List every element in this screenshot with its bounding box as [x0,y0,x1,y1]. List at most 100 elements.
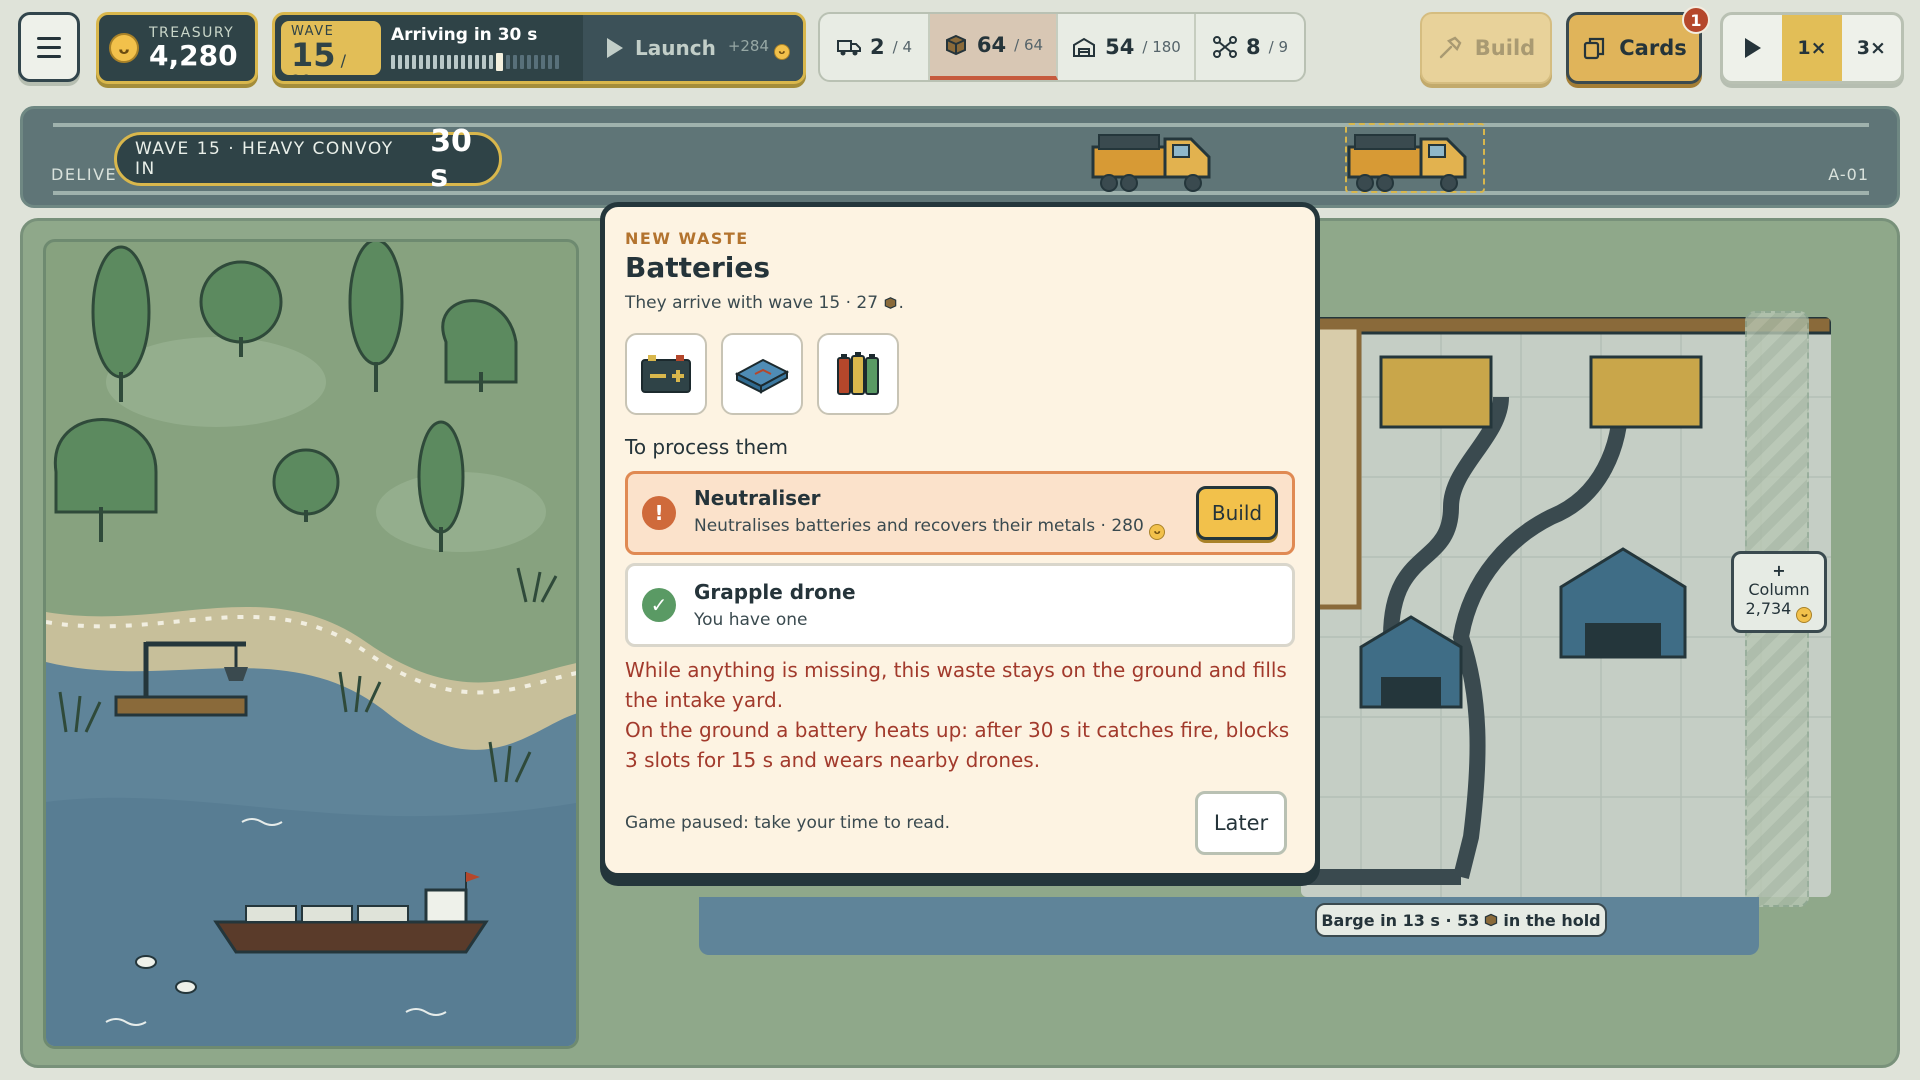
requirement-grapple-drone: ✓ Grapple drone You have one [625,563,1295,647]
coin-icon: ᴗ [1149,524,1166,540]
cell-battery-icon [837,352,879,395]
progress-tick [513,55,517,69]
progress-tick [527,55,531,69]
dialog-kicker: NEW WASTE [625,229,749,248]
truck-icon [837,40,861,56]
play-button[interactable] [1723,15,1782,81]
speed-controls: 1× 3× [1720,12,1904,84]
waste-tile [625,333,707,415]
progress-tick [419,55,423,69]
wave-counter: WAVE 15 / 20 [281,21,381,81]
paused-note: Game paused: take your time to read. [625,813,951,833]
progress-tick [398,55,402,69]
treasury-value: 4,280 [149,39,238,72]
sector-label: A-01 [1828,165,1869,184]
progress-tick [391,55,395,69]
progress-tick [412,55,416,69]
play-icon [1744,38,1761,58]
stat-max: / 4 [892,38,912,56]
car-battery-icon [641,355,691,393]
coin-icon: ᴗ [1796,607,1813,623]
drone-icon [1213,36,1237,58]
waste-tile [817,333,899,415]
truck-icon [1347,134,1467,192]
warehouse-icon [1073,37,1096,57]
waste-icons [625,333,899,415]
subtitle-text: They arrive with wave 15 · 27 [625,293,879,313]
build-button[interactable]: Build [1420,12,1552,84]
stat-drones[interactable]: 8 / 9 [1196,14,1304,80]
new-waste-dialog: NEW WASTE Batteries They arrive with wav… [600,202,1320,878]
progress-tick [548,55,552,69]
progress-tick [440,55,444,69]
requirement-name: Grapple drone [694,580,856,604]
progress-tick [482,55,486,69]
warning-text: While anything is missing, this waste st… [625,655,1305,775]
crate-icon [885,297,897,309]
build-neutraliser-button[interactable]: Build [1196,486,1278,540]
hammer-icon [1439,36,1462,59]
nature-plot [43,239,579,1049]
progress-tick [447,55,451,69]
stat-value: 8 [1246,35,1261,59]
launch-button[interactable]: Launch +284 ᴗ [583,15,803,81]
progress-marker [496,53,503,71]
play-icon [607,38,623,58]
progress-tick [461,55,465,69]
progress-tick [541,55,545,69]
barge-text: Barge in 13 s · 53 [1321,910,1480,930]
requirement-name: Neutraliser [694,486,821,510]
dialog-subtitle: They arrive with wave 15 · 27 . [625,293,904,313]
coin-icon: ᴗ [109,33,139,63]
launch-label: Launch [635,36,716,60]
crate-icon [945,34,966,56]
wave-progress-bar [391,53,565,71]
requirement-desc: You have one [694,610,808,630]
warning-line: While anything is missing, this waste st… [625,658,1287,712]
plus-icon: + [1772,561,1786,580]
cards-label: Cards [1619,36,1687,60]
wave-pill-text: WAVE 15 · HEAVY CONVOY IN [135,139,394,179]
landscape-scene [46,242,576,1046]
speed-3x-button[interactable]: 3× [1842,15,1901,81]
progress-tick [555,55,559,69]
build-label: Build [1474,36,1536,60]
column-cost: 2,734 [1745,599,1792,618]
progress-tick [475,55,479,69]
arriving-text: Arriving in 30 s [391,25,538,45]
progress-tick [534,55,538,69]
stat-crates[interactable]: 64 / 64 [930,14,1058,80]
progress-tick [433,55,437,69]
later-button[interactable]: Later [1195,791,1287,855]
menu-button[interactable] [18,12,80,82]
wave-current: 15 [291,36,336,74]
subtitle-end: . [898,293,904,313]
waste-tile [721,333,803,415]
truck-icon [1091,134,1211,192]
flat-battery-icon [734,358,790,394]
road-lane [53,191,1869,195]
stat-value: 64 [976,33,1007,57]
stat-trucks[interactable]: 2 / 4 [820,14,930,80]
warning-line: On the ground a battery heats up: after … [625,718,1290,772]
wave-panel: WAVE 15 / 20 Arriving in 30 s Launch +28… [272,12,806,84]
wave-pill-time: 30 s [430,124,472,194]
requirement-neutraliser: ! Neutraliser Neutralises batteries and … [625,471,1295,555]
launch-bonus: +284 [727,36,770,55]
add-column-button[interactable]: + Column 2,734 ᴗ [1731,551,1827,633]
road-lane [53,123,1869,127]
stat-max: / 9 [1268,38,1288,56]
requirement-desc: Neutralises batteries and recovers their… [694,516,1144,536]
cards-icon [1584,37,1605,60]
progress-tick [506,55,510,69]
barge-status: Barge in 13 s · 53 in the hold [1315,903,1607,937]
speed-1x-button[interactable]: 1× [1782,15,1842,81]
stat-max: / 180 [1142,38,1181,56]
hamburger-icon [37,34,61,61]
progress-tick [489,55,493,69]
stat-storage[interactable]: 54 / 180 [1058,14,1196,80]
stat-max: / 64 [1014,36,1044,54]
treasury-panel: ᴗ TREASURY 4,280 [96,12,258,84]
crate-icon [1485,913,1498,927]
coin-icon: ᴗ [773,43,790,60]
